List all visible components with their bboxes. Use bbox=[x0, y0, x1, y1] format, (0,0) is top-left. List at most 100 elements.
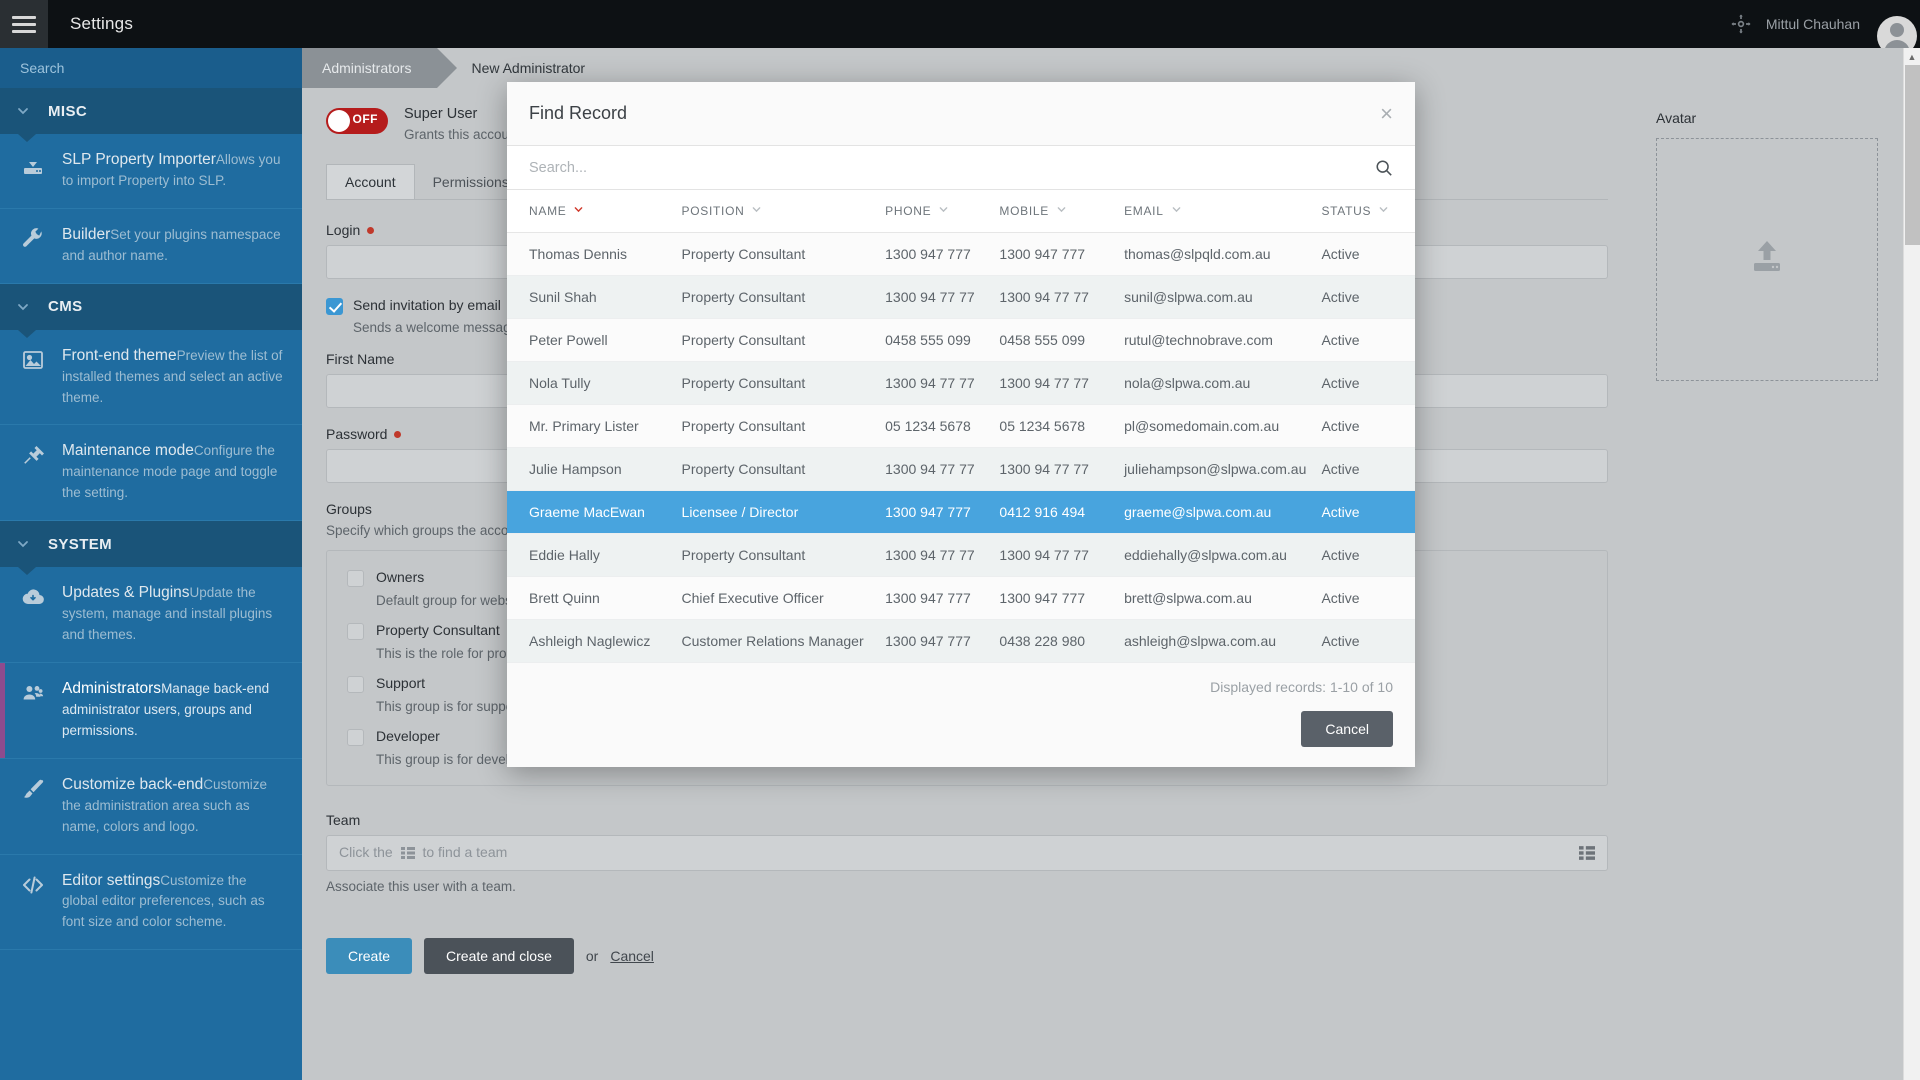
cell-email: nola@slpwa.com.au bbox=[1124, 361, 1322, 405]
table-row[interactable]: Julie Hampson Property Consultant 1300 94 … bbox=[507, 447, 1415, 491]
cell-email: eddiehally@slpwa.com.au bbox=[1124, 533, 1322, 577]
cell-name: Thomas Dennis bbox=[507, 232, 682, 276]
cell-name: Eddie Hally bbox=[507, 533, 682, 577]
sidebar-item-label: Builder bbox=[62, 225, 111, 243]
cell-mobile: 1300 947 777 bbox=[999, 232, 1125, 276]
user-name[interactable]: Mittul Chauhan bbox=[1766, 16, 1860, 32]
modal-search-row[interactable]: Search... bbox=[507, 146, 1415, 190]
cell-phone: 1300 947 777 bbox=[885, 576, 1000, 620]
modal-footer: Displayed records: 1-10 of 10 Cancel bbox=[507, 663, 1415, 767]
modal-title: Find Record bbox=[529, 103, 628, 123]
table-row[interactable]: Peter Powell Property Consultant 0458 555 … bbox=[507, 318, 1415, 362]
sidebar-item-label: Maintenance mode bbox=[62, 442, 194, 460]
sidebar-group-cms[interactable]: CMS bbox=[0, 283, 302, 338]
cell-name: Julie Hampson bbox=[507, 447, 682, 491]
table-row[interactable]: Mr. Primary Lister Property Consultant 05 … bbox=[507, 404, 1415, 448]
sidebar-item-maintenance-mode[interactable]: Maintenance modeConfigure the maintenanc… bbox=[0, 425, 302, 522]
sidebar-group-misc[interactable]: MISC bbox=[0, 88, 302, 142]
record-count-label: Displayed records: 1-10 of 10 bbox=[1210, 679, 1393, 695]
cell-mobile: 1300 947 777 bbox=[999, 576, 1125, 620]
table-row[interactable]: Nola Tully Property Consultant 1300 94 77 … bbox=[507, 361, 1415, 405]
sidebar-item-front-end-theme[interactable]: Front-end themePreview the list of insta… bbox=[0, 330, 302, 426]
group-label: Support bbox=[376, 675, 426, 691]
sidebar-group-label: MISC bbox=[48, 102, 88, 120]
group-checkbox[interactable] bbox=[347, 623, 364, 640]
team-input[interactable]: Click the to find a team bbox=[326, 835, 1608, 871]
group-desc: Default group for webs bbox=[376, 593, 512, 608]
chevron-down-icon bbox=[16, 537, 30, 551]
sidebar-item-label: Front-end theme bbox=[62, 346, 177, 364]
sidebar-item-builder[interactable]: BuilderSet your plugins namespace and au… bbox=[0, 209, 302, 284]
modal-search-input[interactable]: Search... bbox=[529, 160, 587, 176]
cancel-link[interactable]: Cancel bbox=[610, 948, 654, 964]
scrollbar-thumb[interactable] bbox=[1905, 65, 1920, 245]
super-user-toggle[interactable]: OFF bbox=[326, 108, 388, 134]
create-button[interactable]: Create bbox=[326, 938, 413, 974]
super-user-text: Super User Grants this accou bbox=[404, 106, 509, 142]
modal-cancel-button[interactable]: Cancel bbox=[1301, 711, 1393, 747]
sidebar-group-system[interactable]: SYSTEM bbox=[0, 521, 302, 576]
cell-status: Active bbox=[1321, 404, 1415, 448]
table-row[interactable]: Brett Quinn Chief Executive Officer 1300 9… bbox=[507, 576, 1415, 620]
cell-mobile: 0438 228 980 bbox=[999, 619, 1125, 663]
table-row[interactable]: Ashleigh Naglewicz Customer Relations Man… bbox=[507, 619, 1415, 663]
send-invitation-checkbox[interactable] bbox=[326, 298, 343, 315]
send-invitation-desc: Sends a welcome messag bbox=[353, 320, 511, 335]
sidebar-item-administrators[interactable]: AdministratorsManage back-end administra… bbox=[0, 662, 302, 759]
table-row[interactable]: Thomas Dennis Property Consultant 1300 947… bbox=[507, 232, 1415, 276]
search-input[interactable]: Search bbox=[0, 48, 302, 88]
team-label: Team bbox=[326, 812, 361, 828]
column-header-phone[interactable]: PHONE bbox=[885, 190, 1000, 233]
table-row[interactable]: Graeme MacEwan Licensee / Director 1300 94… bbox=[507, 490, 1415, 534]
wrench-icon bbox=[16, 225, 50, 267]
tab-account[interactable]: Account bbox=[326, 164, 415, 199]
avatar[interactable] bbox=[1874, 0, 1920, 48]
cell-status: Active bbox=[1321, 447, 1415, 491]
cell-name: Ashleigh Naglewicz bbox=[507, 619, 682, 663]
breadcrumb-item-administrators[interactable]: Administrators bbox=[302, 48, 459, 88]
send-invitation-text: Send invitation by email Sends a welcome… bbox=[353, 297, 511, 335]
column-header-email[interactable]: EMAIL bbox=[1124, 190, 1322, 233]
group-checkbox[interactable] bbox=[347, 729, 364, 746]
column-header-position[interactable]: POSITION bbox=[681, 190, 886, 233]
hamburger-icon[interactable] bbox=[0, 0, 48, 48]
close-icon[interactable]: × bbox=[1380, 102, 1393, 125]
form-actions: Create Create and close or Cancel bbox=[326, 938, 1608, 974]
team-picker-icon[interactable] bbox=[1579, 846, 1595, 860]
cell-name: Brett Quinn bbox=[507, 576, 682, 620]
cell-email: juliehampson@slpwa.com.au bbox=[1124, 447, 1322, 491]
cell-status: Active bbox=[1321, 318, 1415, 362]
cell-email: graeme@slpwa.com.au bbox=[1124, 490, 1322, 534]
group-desc: This group is for suppo bbox=[376, 699, 514, 714]
sort-chevron-icon bbox=[1378, 204, 1389, 218]
top-bar-right: Mittul Chauhan bbox=[1730, 0, 1920, 48]
plug-icon bbox=[16, 441, 50, 504]
move-icon[interactable] bbox=[1730, 13, 1752, 35]
group-checkbox[interactable] bbox=[347, 676, 364, 693]
table-row[interactable]: Sunil Shah Property Consultant 1300 94 77 … bbox=[507, 275, 1415, 319]
team-placeholder-post: to find a team bbox=[422, 844, 508, 860]
table-row[interactable]: Eddie Hally Property Consultant 1300 94 77… bbox=[507, 533, 1415, 577]
column-header-status[interactable]: STATUS bbox=[1321, 190, 1415, 233]
create-and-close-button[interactable]: Create and close bbox=[424, 938, 574, 974]
cell-email: sunil@slpwa.com.au bbox=[1124, 275, 1322, 319]
sidebar-item-updates-plugins[interactable]: Updates & PluginsUpdate the system, mana… bbox=[0, 567, 302, 663]
search-icon[interactable] bbox=[1375, 159, 1393, 177]
sidebar-groups: MISC SLP Property ImporterAllows you to i… bbox=[0, 88, 302, 951]
cell-mobile: 1300 94 77 77 bbox=[999, 361, 1125, 405]
scrollbar-up-arrow[interactable]: ▲ bbox=[1904, 48, 1920, 65]
sidebar-item-customize-back-end[interactable]: Customize back-endCustomize the administ… bbox=[0, 759, 302, 855]
sidebar-item-editor-settings[interactable]: Editor settingsCustomize the global edit… bbox=[0, 855, 302, 951]
page-scrollbar[interactable]: ▲ bbox=[1903, 48, 1920, 1080]
column-header-name[interactable]: NAME bbox=[507, 190, 682, 233]
cell-position: Licensee / Director bbox=[681, 490, 886, 534]
cell-name: Graeme MacEwan bbox=[507, 490, 682, 534]
group-checkbox[interactable] bbox=[347, 570, 364, 587]
cell-name: Nola Tully bbox=[507, 361, 682, 405]
download-box-icon bbox=[16, 150, 50, 192]
cell-phone: 1300 94 77 77 bbox=[885, 275, 1000, 319]
sidebar-item-slp-property-importer[interactable]: SLP Property ImporterAllows you to impor… bbox=[0, 134, 302, 209]
column-header-mobile[interactable]: MOBILE bbox=[999, 190, 1125, 233]
avatar-upload-dropzone[interactable] bbox=[1656, 138, 1878, 381]
cell-phone: 1300 947 777 bbox=[885, 490, 1000, 534]
